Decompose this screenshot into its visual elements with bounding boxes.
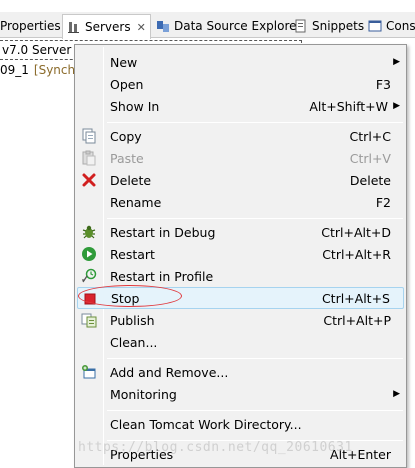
context-menu: New ▶ Open F3 Show In Alt+Shift+W ▶ Copy… — [74, 44, 407, 468]
close-icon[interactable]: ✕ — [137, 21, 146, 34]
module-name: 09_1 — [0, 63, 29, 77]
menu-item-label: Publish — [110, 312, 155, 328]
menu-item-clean[interactable]: Clean... — [77, 331, 404, 353]
menu-item-shortcut: Ctrl+Alt+S — [321, 290, 390, 306]
menu-item-shortcut: Ctrl+V — [349, 150, 391, 166]
tab-label: Snippets — [312, 19, 365, 33]
menu-item-shortcut: Ctrl+Alt+D — [321, 224, 391, 240]
menu-item-label: Monitoring — [110, 386, 177, 402]
tab-properties[interactable]: Properties — [0, 14, 61, 38]
menu-separator — [107, 358, 403, 359]
menu-item-label: Rename — [110, 194, 162, 210]
watermark: https://blog.csdn.net/qq_20610631 — [78, 440, 353, 455]
menu-item-shortcut: Delete — [349, 172, 391, 188]
menu-separator — [107, 410, 403, 411]
paste-icon — [81, 150, 97, 166]
delete-icon — [81, 172, 97, 188]
menu-item-new[interactable]: New ▶ — [77, 51, 404, 73]
menu-item-label: Add and Remove... — [110, 364, 229, 380]
menu-item-shortcut: Ctrl+C — [349, 128, 391, 144]
menu-item-label: Restart in Debug — [110, 224, 216, 240]
menu-item-copy[interactable]: Copy Ctrl+C — [77, 125, 404, 147]
servers-icon — [67, 20, 81, 34]
publish-icon — [81, 312, 97, 328]
stop-icon — [82, 291, 98, 307]
menu-item-delete[interactable]: Delete Delete — [77, 169, 404, 191]
snippets-icon — [294, 19, 308, 33]
console-icon — [368, 19, 382, 33]
debug-icon — [81, 224, 97, 240]
menu-item-clean-tomcat-work-directory[interactable]: Clean Tomcat Work Directory... — [77, 413, 404, 435]
tab-label: Properties — [0, 19, 61, 33]
menu-item-open[interactable]: Open F3 — [77, 73, 404, 95]
copy-icon — [81, 128, 97, 144]
tab-data-source-explorer[interactable]: Data Source Explorer — [156, 14, 301, 38]
menu-item-label: New — [110, 54, 138, 70]
tab-label: Conso — [386, 19, 415, 33]
profile-icon — [81, 268, 97, 284]
menu-item-rename[interactable]: Rename F2 — [77, 191, 404, 213]
data-source-explorer-icon — [156, 19, 170, 33]
menu-item-label: Clean Tomcat Work Directory... — [110, 416, 302, 432]
view-tab-bar: Properties Servers ✕ Data Source Explore… — [0, 12, 415, 39]
menu-separator — [107, 122, 403, 123]
menu-item-publish[interactable]: Publish Ctrl+Alt+P — [77, 309, 404, 331]
menu-item-label: Show In — [110, 98, 160, 114]
menu-item-label: Copy — [110, 128, 142, 144]
menu-item-add-and-remove[interactable]: Add and Remove... — [77, 361, 404, 383]
module-row[interactable]: 09_1 [Synchro — [0, 60, 80, 80]
menu-item-label: Clean... — [110, 334, 158, 350]
menu-item-restart[interactable]: Restart Ctrl+Alt+R — [77, 243, 404, 265]
menu-item-label: Restart — [110, 246, 155, 262]
tab-servers[interactable]: Servers ✕ — [62, 14, 151, 39]
submenu-arrow-icon: ▶ — [393, 389, 400, 399]
submenu-arrow-icon: ▶ — [393, 101, 400, 111]
menu-item-shortcut: Ctrl+Alt+P — [323, 312, 391, 328]
menu-item-stop[interactable]: Stop Ctrl+Alt+S — [77, 287, 404, 309]
menu-item-label: Open — [110, 76, 144, 92]
tab-snippets[interactable]: Snippets — [294, 14, 364, 38]
menu-item-restart-in-debug[interactable]: Restart in Debug Ctrl+Alt+D — [77, 221, 404, 243]
menu-item-restart-in-profile[interactable]: Restart in Profile — [77, 265, 404, 287]
menu-item-label: Delete — [110, 172, 152, 188]
menu-item-label: Restart in Profile — [110, 268, 214, 284]
menu-separator — [107, 218, 403, 219]
menu-item-label: Stop — [111, 290, 140, 306]
tab-label: Servers — [85, 20, 131, 34]
menu-item-shortcut: Alt+Shift+W — [309, 98, 388, 114]
menu-item-shortcut: F2 — [375, 194, 391, 210]
tab-console[interactable]: Conso — [368, 14, 415, 38]
tab-label: Data Source Explorer — [174, 19, 302, 33]
menu-item-shortcut: Ctrl+Alt+R — [322, 246, 391, 262]
menu-item-monitoring[interactable]: Monitoring ▶ — [77, 383, 404, 405]
menu-item-show-in[interactable]: Show In Alt+Shift+W ▶ — [77, 95, 404, 117]
add-remove-icon — [81, 364, 97, 380]
menu-item-paste: Paste Ctrl+V — [77, 147, 404, 169]
restart-icon — [81, 246, 97, 262]
menu-item-shortcut: F3 — [375, 76, 391, 92]
submenu-arrow-icon: ▶ — [393, 57, 400, 67]
menu-item-label: Paste — [110, 150, 144, 166]
